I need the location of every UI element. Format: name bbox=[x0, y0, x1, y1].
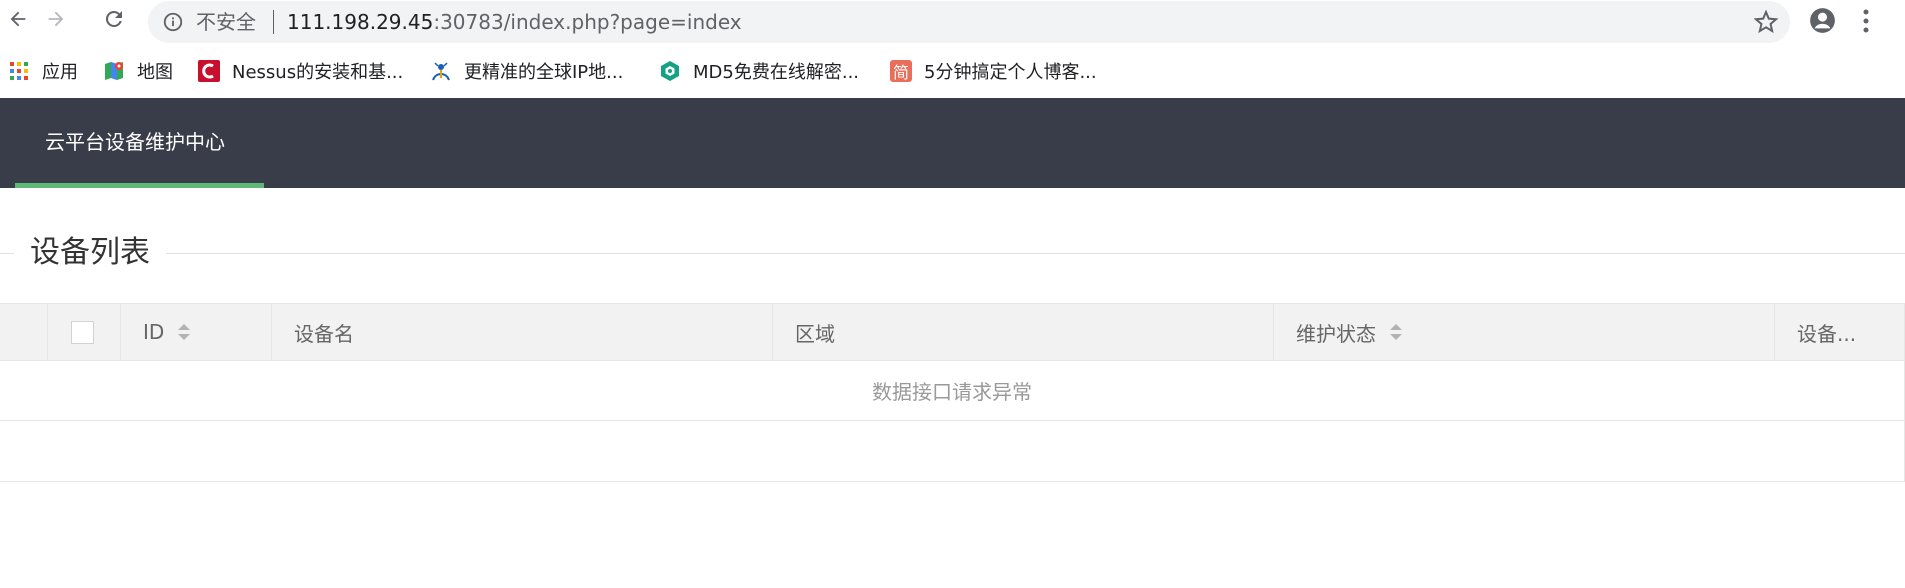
arrow-right-icon bbox=[48, 11, 64, 27]
header-cell-blank bbox=[0, 304, 48, 360]
bookmark-label: 更精准的全球IP地... bbox=[464, 62, 624, 83]
header-cell-id[interactable]: ID bbox=[121, 304, 272, 360]
md5-icon bbox=[659, 60, 681, 82]
profile-avatar-icon[interactable] bbox=[1809, 7, 1836, 34]
ip-location-icon bbox=[430, 60, 452, 82]
active-tab-indicator bbox=[15, 183, 264, 188]
reload-button[interactable] bbox=[101, 6, 127, 32]
kebab-menu-icon[interactable] bbox=[1862, 8, 1870, 34]
header-cell-device-name: 设备名 bbox=[272, 304, 773, 360]
sort-icon[interactable] bbox=[178, 323, 191, 341]
bookmark-label: Nessus的安装和基... bbox=[232, 62, 404, 83]
header-cell-maintenance-status[interactable]: 维护状态 bbox=[1274, 304, 1775, 360]
url-text[interactable]: 111.198.29.45:30783/index.php?page=index bbox=[287, 11, 742, 33]
info-icon[interactable] bbox=[162, 11, 184, 33]
bookmark-nessus[interactable]: Nessus的安装和基... bbox=[198, 48, 403, 94]
bookmark-jianshu[interactable]: 简 5分钟搞定个人博客... bbox=[890, 48, 1097, 94]
bookmark-apps[interactable]: 应用 bbox=[8, 48, 78, 94]
browser-toolbar: 不安全 111.198.29.45:30783/index.php?page=i… bbox=[0, 0, 1905, 43]
sort-icon[interactable] bbox=[1390, 323, 1402, 341]
app-header: 云平台设备维护中心 bbox=[0, 98, 1905, 188]
header-cell-region: 区域 bbox=[773, 304, 1274, 360]
back-button[interactable] bbox=[5, 6, 31, 32]
url-path: :30783/index.php?page=index bbox=[433, 10, 742, 34]
section-divider bbox=[0, 253, 1905, 254]
url-host: 111.198.29.45 bbox=[287, 10, 434, 34]
apps-grid-icon bbox=[8, 60, 30, 82]
header-cell-checkbox bbox=[48, 304, 121, 360]
select-all-checkbox[interactable] bbox=[71, 320, 94, 344]
reload-icon bbox=[105, 10, 122, 27]
column-label: 设备名 bbox=[294, 321, 354, 346]
header-cell-device-more: 设备... bbox=[1775, 304, 1904, 360]
table-header: ID 设备名 区域 维护状态 设备... bbox=[0, 304, 1904, 361]
jianshu-icon: 简 bbox=[890, 60, 912, 82]
bookmark-label: 应用 bbox=[42, 62, 78, 83]
arrow-left-icon bbox=[10, 11, 26, 27]
nessus-icon bbox=[198, 60, 220, 82]
column-label: ID bbox=[143, 320, 165, 344]
column-label: 设备... bbox=[1797, 321, 1857, 346]
device-table: ID 设备名 区域 维护状态 设备... 数据接口请求异常 bbox=[0, 303, 1905, 482]
security-label[interactable]: 不安全 bbox=[196, 11, 256, 33]
bookmark-star-icon[interactable] bbox=[1754, 10, 1778, 34]
bookmark-label: MD5免费在线解密... bbox=[693, 62, 860, 83]
divider bbox=[273, 10, 274, 34]
bookmark-label: 地图 bbox=[137, 62, 173, 83]
bookmark-label: 5分钟搞定个人博客... bbox=[924, 62, 1097, 83]
bookmark-maps[interactable]: 地图 bbox=[103, 48, 173, 94]
bookmark-ip-location[interactable]: 更精准的全球IP地... bbox=[430, 48, 623, 94]
column-label: 区域 bbox=[795, 321, 835, 346]
forward-button[interactable] bbox=[43, 6, 69, 32]
address-bar[interactable]: 不安全 111.198.29.45:30783/index.php?page=i… bbox=[148, 1, 1790, 43]
app-title[interactable]: 云平台设备维护中心 bbox=[45, 130, 225, 154]
table-empty-message: 数据接口请求异常 bbox=[0, 361, 1904, 421]
maps-icon bbox=[103, 60, 125, 82]
section-title: 设备列表 bbox=[14, 233, 166, 273]
bookmark-md5[interactable]: MD5免费在线解密... bbox=[659, 48, 859, 94]
column-label: 维护状态 bbox=[1296, 321, 1376, 346]
header-nav-item[interactable]: 云平台设备维护中心 bbox=[15, 98, 264, 188]
bookmarks-bar: 应用 地图 Nessus的安装和基... 更精准的全球IP地... MD5免费在… bbox=[0, 48, 1905, 94]
